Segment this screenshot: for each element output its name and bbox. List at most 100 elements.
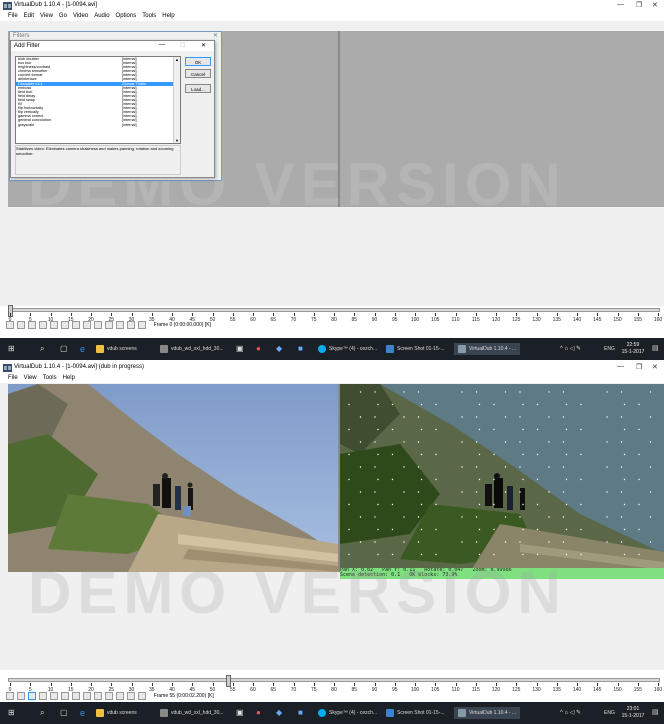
back-button[interactable] xyxy=(50,321,58,329)
scene-forward-button[interactable] xyxy=(116,692,124,700)
mark-out-button[interactable] xyxy=(138,321,146,329)
start-button[interactable] xyxy=(39,692,47,700)
taskbar-item-screenshot[interactable]: Screen Shot 01-15-... xyxy=(386,343,445,355)
tray-icons[interactable]: ^ ⌂ ◁ ✎ xyxy=(560,343,581,355)
next-key-button[interactable] xyxy=(94,321,102,329)
filter-list-scrollbar[interactable]: ▲ ▼ xyxy=(173,57,180,143)
stop-button[interactable] xyxy=(6,321,14,329)
timeline[interactable]: 0 5 10 15 20 25 30 35 40 45 50 55 60 65 70 75 80 85 90 95 10… xyxy=(8,305,662,323)
menu-video[interactable]: Video xyxy=(73,12,88,21)
menu-file[interactable]: File xyxy=(8,374,18,383)
taskbar-item-skype[interactable]: Skype™ (4) - cezch... xyxy=(318,707,377,719)
chrome-icon[interactable]: ● xyxy=(256,343,261,355)
filter-list[interactable]: blob doubler [internal] box blur [internal]… xyxy=(15,56,181,144)
task-view-icon[interactable]: ▢ xyxy=(60,707,68,719)
menu-audio[interactable]: Audio xyxy=(94,12,109,21)
prev-key-button[interactable] xyxy=(83,321,91,329)
play-input-button[interactable] xyxy=(17,321,25,329)
task-view-icon[interactable]: ▢ xyxy=(60,343,68,355)
start-icon[interactable]: ⊞ xyxy=(8,707,15,719)
timeline-thumb[interactable] xyxy=(225,675,231,687)
chrome-icon[interactable]: ● xyxy=(256,707,261,719)
language-indicator[interactable]: ENG xyxy=(604,707,615,719)
ok-button[interactable]: OK xyxy=(185,57,211,66)
close-button[interactable]: ✕ xyxy=(652,363,658,371)
forward-button[interactable] xyxy=(61,321,69,329)
clock[interactable]: 23:01 15-1-2017 xyxy=(620,706,646,720)
mark-out-button[interactable] xyxy=(138,692,146,700)
scene-forward-button[interactable] xyxy=(116,321,124,329)
dialog-minimize-icon[interactable]: — xyxy=(159,42,165,48)
search-icon[interactable]: ⌕ xyxy=(40,343,44,355)
menu-edit[interactable]: Edit xyxy=(24,12,34,21)
back-button[interactable] xyxy=(50,692,58,700)
menu-help[interactable]: Help xyxy=(162,12,174,21)
network-icon[interactable]: ◆ xyxy=(276,707,282,719)
play-output-button[interactable] xyxy=(28,692,36,700)
taskbar-item-vdub-screens[interactable]: vdub screens xyxy=(96,343,137,355)
menu-go[interactable]: Go xyxy=(59,12,67,21)
start-button[interactable] xyxy=(39,321,47,329)
start-icon[interactable]: ⊞ xyxy=(8,343,15,355)
menu-tools[interactable]: Tools xyxy=(142,12,156,21)
end-button[interactable] xyxy=(72,321,80,329)
taskbar-item-drive[interactable]: vdub_wd_xxl_hdd_30... xyxy=(160,707,224,719)
motion-vector-dot xyxy=(493,403,495,406)
mark-in-button[interactable] xyxy=(127,692,135,700)
taskbar-item-skype[interactable]: Skype™ (4) - cezch... xyxy=(318,343,377,355)
filters-close-icon[interactable]: ✕ xyxy=(213,32,218,39)
play-input-button[interactable] xyxy=(17,692,25,700)
app-icon[interactable]: ■ xyxy=(298,707,303,719)
notification-icon[interactable]: ▤ xyxy=(652,707,659,719)
motion-vector-dot xyxy=(475,491,478,493)
app-icon[interactable]: ■ xyxy=(298,343,303,355)
search-icon[interactable]: ⌕ xyxy=(40,707,44,719)
motion-vector-dot xyxy=(536,428,539,431)
filter-list-item[interactable]: grayscale [internal] xyxy=(16,123,180,127)
scroll-down-icon[interactable]: ▼ xyxy=(175,138,179,143)
edge-icon[interactable]: e xyxy=(80,343,85,355)
forward-button[interactable] xyxy=(61,692,69,700)
taskbar-item-virtualdub[interactable]: VirtualDub 1.10.4 - ... xyxy=(454,707,521,719)
notification-icon[interactable]: ▤ xyxy=(652,343,659,355)
scene-back-button[interactable] xyxy=(105,321,113,329)
timeline-track[interactable] xyxy=(8,308,660,312)
scroll-up-icon[interactable]: ▲ xyxy=(175,57,179,62)
menu-help[interactable]: Help xyxy=(63,374,75,383)
mark-in-button[interactable] xyxy=(127,321,135,329)
menu-view[interactable]: View xyxy=(24,374,37,383)
minimize-button[interactable]: — xyxy=(617,1,624,8)
next-key-button[interactable] xyxy=(94,692,102,700)
network-icon[interactable]: ◆ xyxy=(276,343,282,355)
taskbar-item-screenshot[interactable]: Screen Shot 01-15-... xyxy=(386,707,445,719)
language-indicator[interactable]: ENG xyxy=(604,343,615,355)
close-button[interactable]: ✕ xyxy=(652,1,658,9)
motion-vector-dot xyxy=(475,466,478,468)
maximize-button[interactable]: ❐ xyxy=(636,1,642,9)
taskbar-item-virtualdub[interactable]: VirtualDub 1.10.4 - ... xyxy=(454,343,521,355)
tray-icons[interactable]: ^ ⌂ ◁ ✎ xyxy=(560,707,581,719)
menu-view[interactable]: View xyxy=(40,12,53,21)
play-output-button[interactable] xyxy=(28,321,36,329)
maximize-button[interactable]: ❐ xyxy=(636,363,642,371)
edge-icon[interactable]: e xyxy=(80,707,85,719)
taskbar-item-vdub-screens[interactable]: vdub screens xyxy=(96,707,137,719)
dialog-close-icon[interactable]: ✕ xyxy=(201,42,206,49)
timeline-track[interactable] xyxy=(8,678,660,682)
timeline[interactable]: 0 5 10 15 20 25 30 35 40 45 50 55 60 65 70 75 80 85 90 95 10… xyxy=(8,675,662,693)
menu-options[interactable]: Options xyxy=(116,12,137,21)
end-button[interactable] xyxy=(72,692,80,700)
taskbar-item-drive[interactable]: vdub_wd_xxl_hdd_30... xyxy=(160,343,224,355)
load-button[interactable]: Load... xyxy=(185,84,211,93)
store-icon[interactable]: ▣ xyxy=(236,707,244,719)
stop-button[interactable] xyxy=(6,692,14,700)
motion-vector-dot xyxy=(519,416,521,418)
prev-key-button[interactable] xyxy=(83,692,91,700)
menu-tools[interactable]: Tools xyxy=(43,374,57,383)
clock[interactable]: 22:59 15-1-2017 xyxy=(620,342,646,356)
minimize-button[interactable]: — xyxy=(617,363,624,370)
cancel-button[interactable]: Cancel xyxy=(185,69,211,78)
store-icon[interactable]: ▣ xyxy=(236,343,244,355)
scene-back-button[interactable] xyxy=(105,692,113,700)
menu-file[interactable]: File xyxy=(8,12,18,21)
